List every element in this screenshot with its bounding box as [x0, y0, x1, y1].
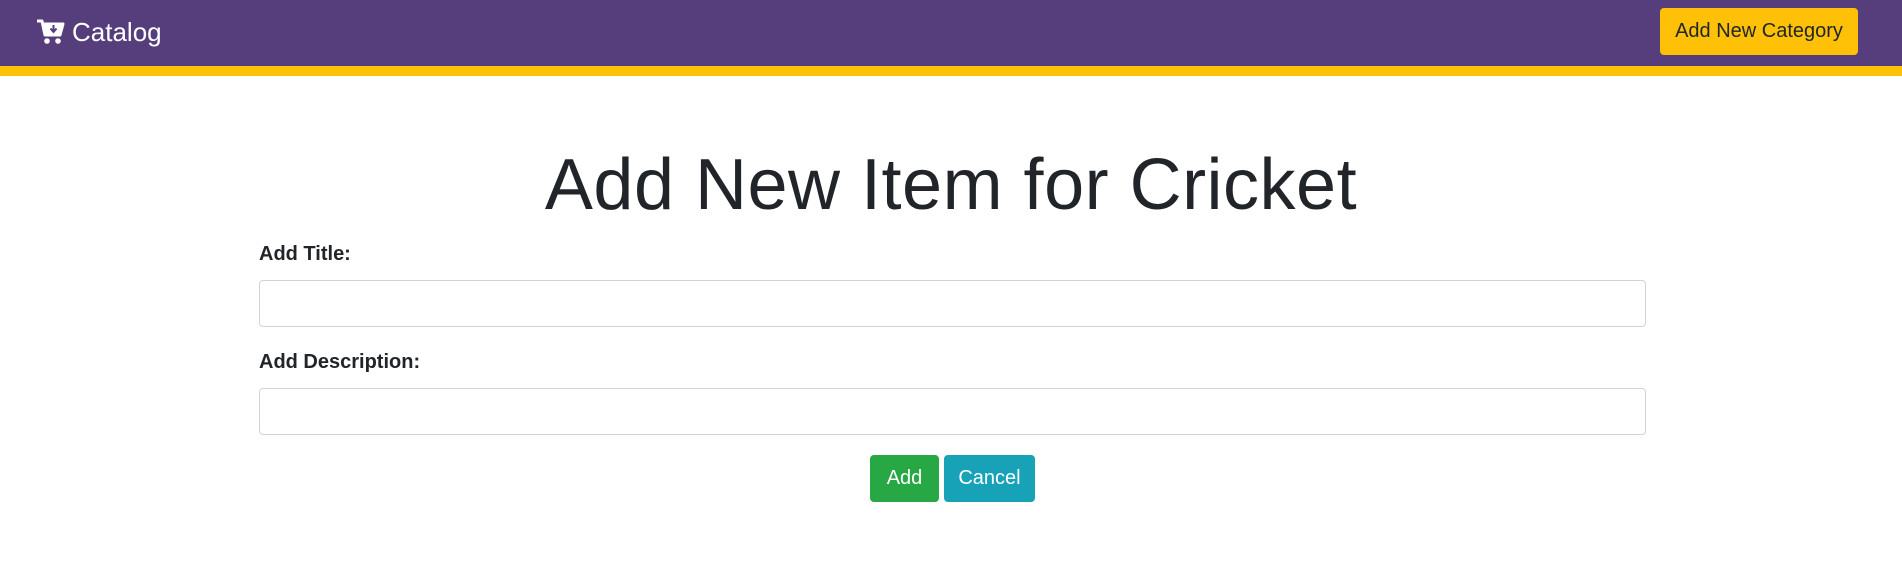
navbar-accent-stripe: [0, 66, 1902, 76]
title-input[interactable]: [259, 280, 1646, 327]
title-field-label: Add Title:: [259, 243, 351, 265]
brand-label: Catalog: [72, 16, 162, 47]
description-field-label: Add Description:: [259, 351, 421, 373]
add-new-category-button[interactable]: Add New Category: [1660, 8, 1858, 55]
cancel-button[interactable]: Cancel: [944, 455, 1035, 502]
brand-link[interactable]: Catalog: [36, 16, 162, 48]
add-button[interactable]: Add: [870, 455, 939, 502]
navbar: Catalog Add New Category: [0, 0, 1902, 66]
description-input[interactable]: [259, 388, 1646, 435]
page-title: Add New Item for Cricket: [544, 145, 1358, 225]
cart-arrow-down-icon: [37, 19, 65, 44]
